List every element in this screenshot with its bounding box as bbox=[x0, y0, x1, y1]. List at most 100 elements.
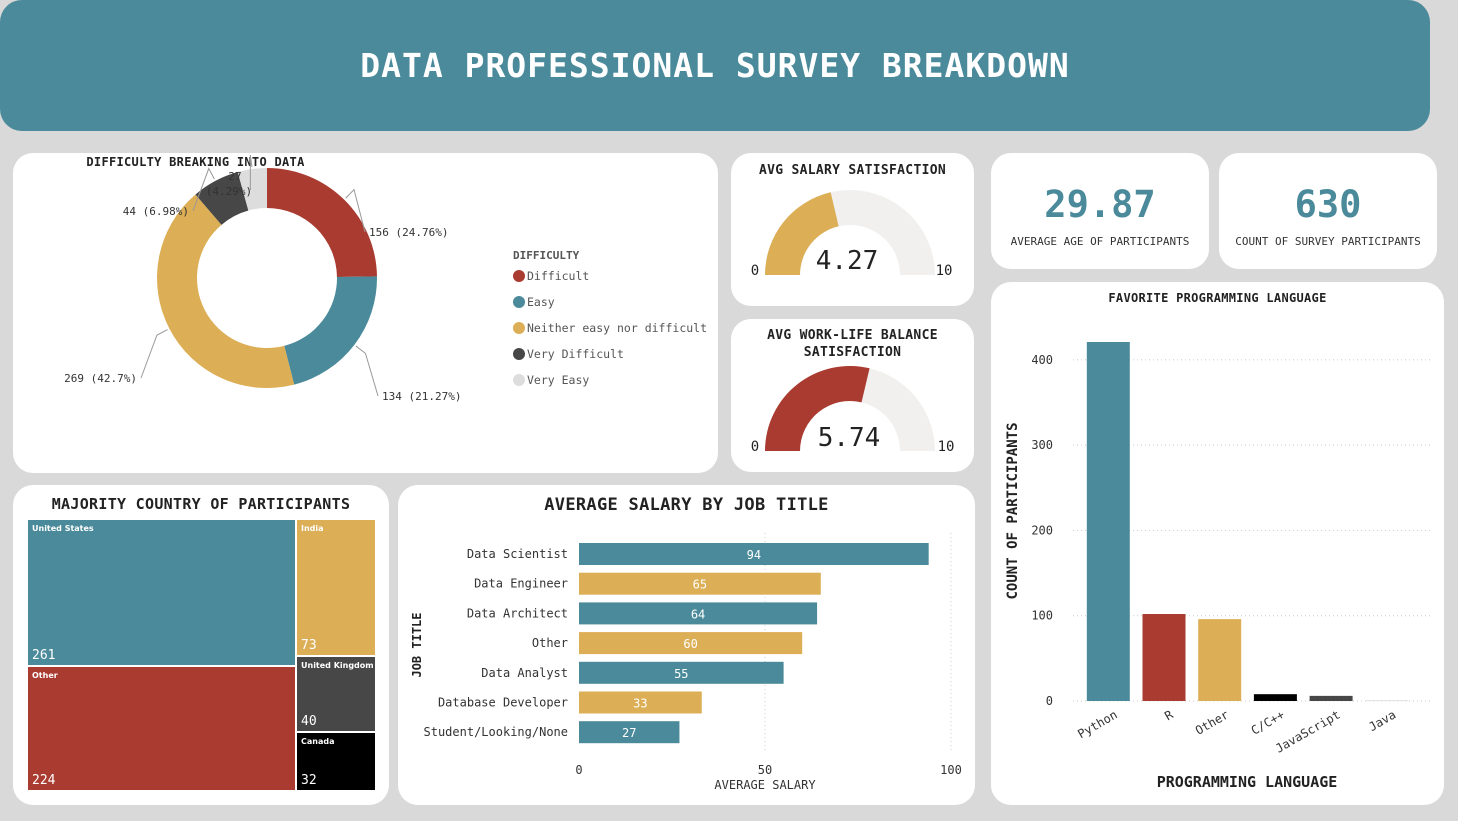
legend-label: Easy bbox=[527, 295, 555, 309]
language-bar[interactable] bbox=[1365, 700, 1409, 701]
treemap-cell-value: 261 bbox=[32, 648, 56, 663]
job-title-label: Data Analyst bbox=[481, 666, 568, 680]
treemap-cell-value: 40 bbox=[301, 714, 317, 729]
donut-slice[interactable] bbox=[157, 194, 295, 388]
job-title-label: Database Developer bbox=[438, 696, 568, 710]
x-axis-title: AVERAGE SALARY bbox=[714, 778, 816, 792]
legend-swatch bbox=[513, 374, 525, 386]
salary-bar-value: 27 bbox=[622, 726, 636, 740]
x-tick-label: 100 bbox=[940, 763, 962, 777]
worklife-gauge: 5.74 0 10 bbox=[751, 366, 955, 455]
worklife-gauge-card: AVG WORK-LIFE BALANCE SATISFACTION 5.74 … bbox=[731, 319, 974, 472]
salary-gauge-card: AVG SALARY SATISFACTION 4.27 0 10 bbox=[731, 153, 974, 306]
legend-item[interactable]: Easy bbox=[513, 295, 555, 309]
treemap-cell-label: Canada bbox=[301, 737, 335, 746]
legend-item[interactable]: Very Difficult bbox=[513, 347, 624, 361]
language-bar[interactable] bbox=[1198, 619, 1242, 701]
language-tick-label: R bbox=[1162, 707, 1176, 723]
treemap-cell-label: United Kingdom bbox=[301, 661, 374, 670]
y-tick-label: 300 bbox=[1031, 438, 1053, 452]
header-banner: DATA PROFESSIONAL SURVEY BREAKDOWN bbox=[0, 0, 1430, 131]
language-tick-label: C/C++ bbox=[1249, 707, 1287, 737]
legend-item[interactable]: Difficult bbox=[513, 269, 589, 283]
y-tick-label: 200 bbox=[1031, 523, 1053, 537]
treemap-cell[interactable]: United States 261 bbox=[27, 519, 296, 666]
job-title-label: Data Scientist bbox=[467, 547, 568, 561]
treemap-cell-label: United States bbox=[32, 524, 94, 533]
participant-count-value: 630 bbox=[1294, 183, 1362, 226]
legend-label: Neither easy nor difficult bbox=[527, 321, 708, 335]
x-tick-label: 0 bbox=[575, 763, 582, 777]
language-bar[interactable] bbox=[1253, 694, 1297, 701]
worklife-gauge-min: 0 bbox=[751, 439, 759, 455]
language-tick-label: Python bbox=[1075, 707, 1120, 741]
dashboard-title: DATA PROFESSIONAL SURVEY BREAKDOWN bbox=[360, 46, 1070, 85]
salary-by-job-card: AVERAGE SALARY BY JOB TITLE 0 50 100 94 Data… bbox=[398, 485, 975, 805]
treemap-cell[interactable]: United Kingdom 40 bbox=[296, 656, 376, 732]
legend-label: Very Easy bbox=[527, 373, 590, 387]
worklife-gauge-max: 10 bbox=[938, 439, 955, 455]
participant-count-card: 630 COUNT OF SURVEY PARTICIPANTS bbox=[1219, 153, 1437, 269]
donut-leader-line bbox=[140, 329, 168, 379]
language-bar[interactable] bbox=[1086, 342, 1130, 701]
salary-gauge-min: 0 bbox=[751, 263, 759, 279]
legend-swatch bbox=[513, 348, 525, 360]
language-bar[interactable] bbox=[1309, 695, 1353, 701]
avg-age-value: 29.87 bbox=[1044, 183, 1156, 226]
donut-data-label: 269 (42.7%) bbox=[64, 372, 137, 385]
treemap-cell-label: India bbox=[301, 524, 324, 533]
treemap-cell[interactable]: India 73 bbox=[296, 519, 376, 656]
x-tick-label: 50 bbox=[758, 763, 772, 777]
treemap-cell[interactable]: Other 224 bbox=[27, 666, 296, 791]
country-card: MAJORITY COUNTRY OF PARTICIPANTS United … bbox=[13, 485, 389, 805]
job-title-label: Other bbox=[532, 636, 568, 650]
salary-bar-value: 65 bbox=[693, 578, 707, 592]
y-axis-title: COUNT OF PARTICIPANTS bbox=[1005, 422, 1021, 599]
language-tick-label: Java bbox=[1366, 707, 1398, 734]
donut-data-label: 134 (21.27%) bbox=[382, 390, 461, 403]
avg-age-card: 29.87 AVERAGE AGE OF PARTICIPANTS bbox=[991, 153, 1209, 269]
salary-bar-value: 33 bbox=[633, 697, 647, 711]
salary-bar-value: 94 bbox=[747, 548, 761, 562]
donut-data-label: (4.29%) bbox=[206, 185, 252, 198]
worklife-gauge-value: 5.74 bbox=[818, 423, 881, 453]
language-card: FAVORITE PROGRAMMING LANGUAGE 0 100 200 300… bbox=[991, 282, 1444, 805]
y-tick-label: 100 bbox=[1031, 609, 1053, 623]
y-axis-title: JOB TITLE bbox=[410, 612, 424, 677]
treemap-cell-value: 73 bbox=[301, 638, 317, 653]
legend-label: Difficult bbox=[527, 269, 590, 283]
x-axis-title: PROGRAMMING LANGUAGE bbox=[1157, 773, 1338, 791]
legend-swatch bbox=[513, 270, 525, 282]
legend-label: Very Difficult bbox=[527, 347, 624, 361]
donut-slice[interactable] bbox=[284, 276, 377, 385]
avg-age-label: AVERAGE AGE OF PARTICIPANTS bbox=[1010, 235, 1190, 248]
language-bar-chart: 0100200300400Python R Other C/C++JavaScript… bbox=[1005, 342, 1433, 791]
participant-count-label: COUNT OF SURVEY PARTICIPANTS bbox=[1235, 235, 1421, 248]
job-title-label: Data Architect bbox=[467, 606, 568, 620]
treemap-cell-label: Other bbox=[32, 671, 58, 680]
treemap-cell[interactable]: Canada 32 bbox=[296, 732, 376, 791]
salary-bar-value: 55 bbox=[674, 667, 688, 681]
donut-data-label: 27 bbox=[228, 170, 241, 183]
salary-gauge-max: 10 bbox=[936, 263, 953, 279]
salary-bar-chart: 0 50 100 94 Data Scientist 65 Data Engineer 64 D… bbox=[410, 533, 962, 792]
salary-bar-value: 60 bbox=[683, 637, 697, 651]
language-tick-label: Other bbox=[1193, 707, 1231, 737]
language-bar[interactable] bbox=[1142, 614, 1186, 701]
job-title-label: Data Engineer bbox=[474, 577, 568, 591]
donut-slice[interactable] bbox=[267, 168, 377, 277]
treemap-chart: United States 261 Other 224 India 73 Uni… bbox=[27, 519, 376, 791]
donut-legend: Difficult Easy Neither easy nor difficult V… bbox=[513, 269, 713, 409]
donut-data-label: 44 (6.98%) bbox=[123, 205, 189, 218]
salary-gauge: 4.27 0 10 bbox=[751, 190, 953, 279]
legend-swatch bbox=[513, 322, 525, 334]
legend-item[interactable]: Very Easy bbox=[513, 373, 589, 387]
salary-gauge-value: 4.27 bbox=[816, 246, 879, 276]
donut-leader-line bbox=[355, 345, 379, 397]
legend-swatch bbox=[513, 296, 525, 308]
difficulty-card: DIFFICULTY BREAKING INTO DATA 156 (24.76… bbox=[13, 153, 718, 473]
donut-legend-title: DIFFICULTY bbox=[513, 249, 580, 262]
legend-item[interactable]: Neither easy nor difficult bbox=[513, 321, 707, 335]
salary-bar-value: 64 bbox=[691, 607, 705, 621]
treemap-cell-value: 224 bbox=[32, 773, 56, 788]
